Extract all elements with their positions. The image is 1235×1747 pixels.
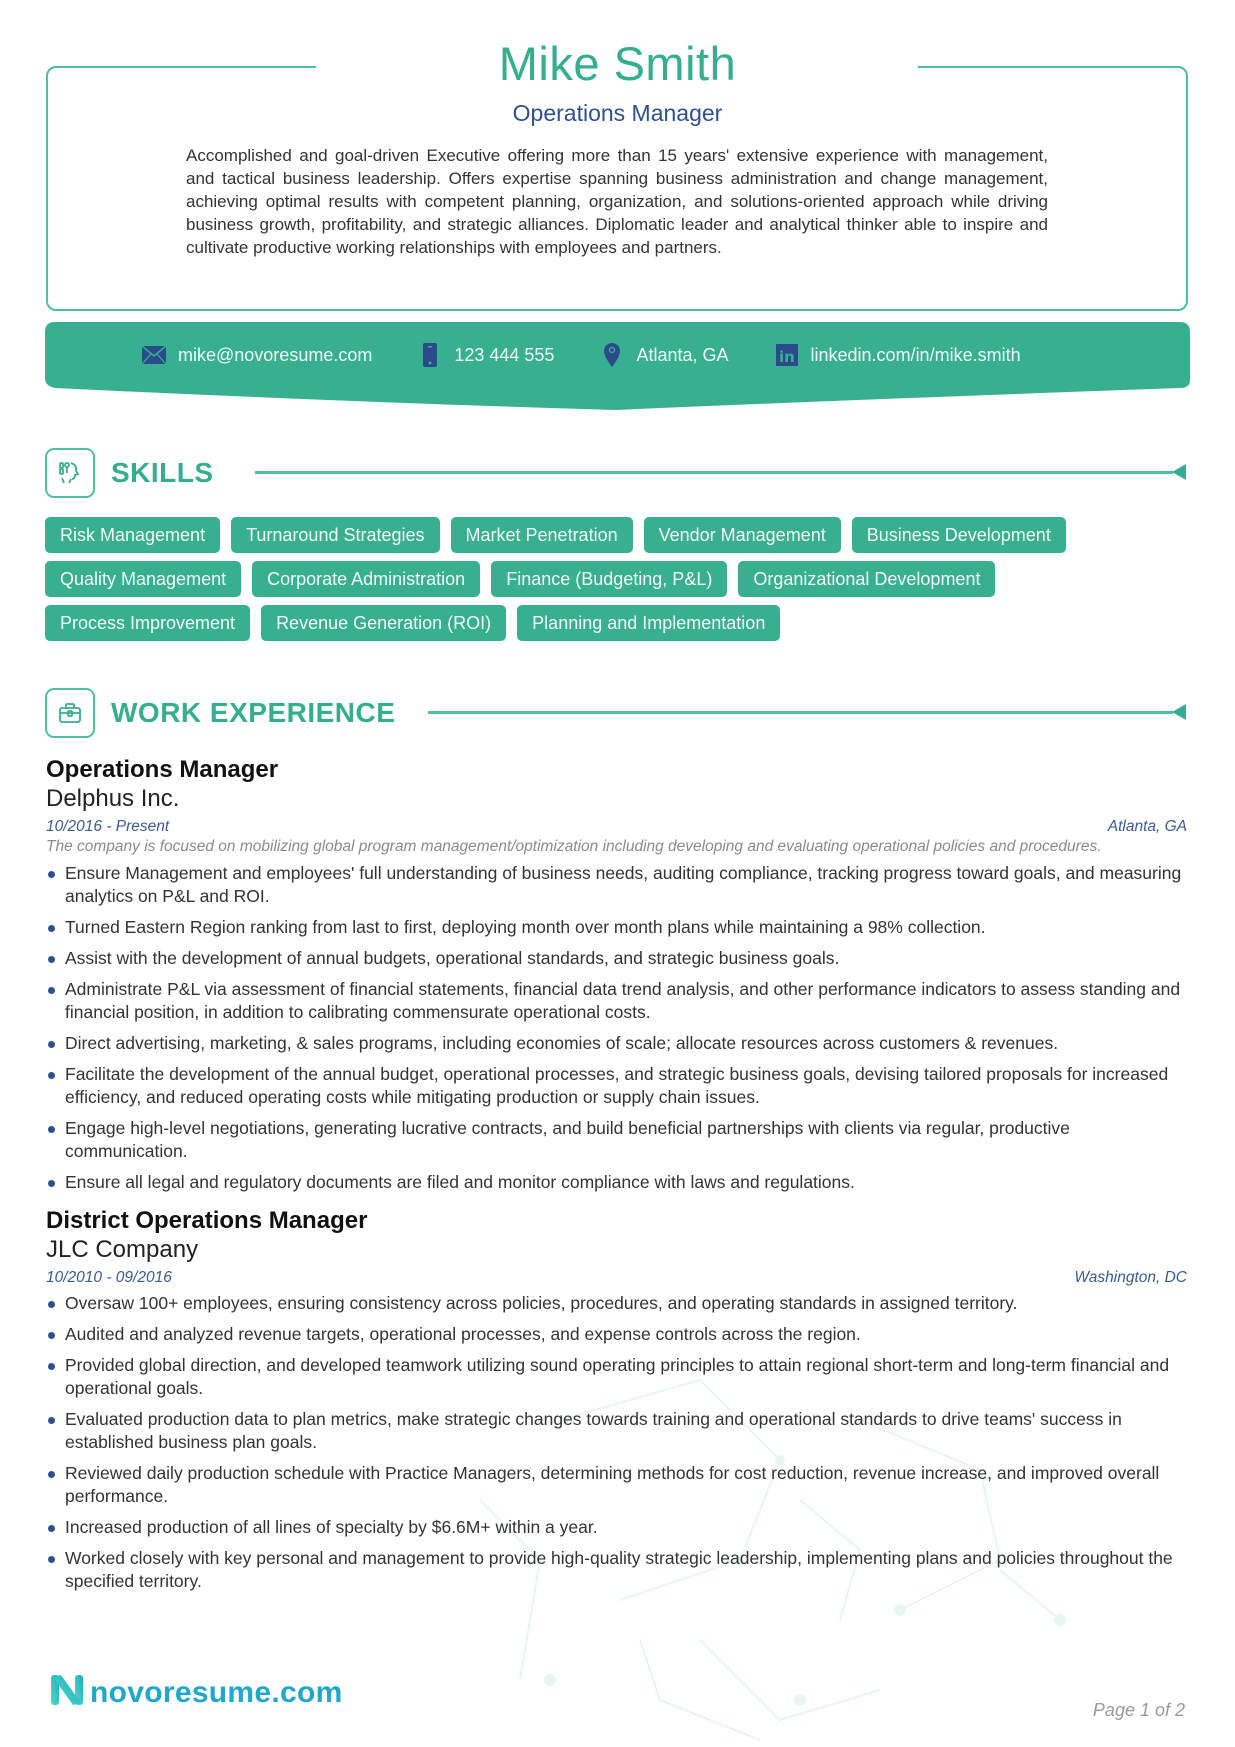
job-meta: 10/2010 - 09/2016 Washington, DC [46, 1268, 1191, 1288]
phone-icon [418, 343, 442, 367]
bullet-item: Evaluated production data to plan metric… [46, 1408, 1191, 1454]
novoresume-n-icon [50, 1673, 84, 1712]
job-dates: 10/2010 - 09/2016 [46, 1269, 172, 1286]
job-location: Washington, DC [1074, 1269, 1187, 1286]
bullet-item: Increased production of all lines of spe… [46, 1516, 1191, 1539]
skill-tag: Organizational Development [738, 561, 996, 597]
bullet-item: Turned Eastern Region ranking from last … [46, 916, 1191, 939]
candidate-title: Operations Manager [512, 100, 723, 126]
job-location: Atlanta, GA [1107, 818, 1187, 835]
bullet-item: Provided global direction, and developed… [46, 1354, 1191, 1400]
job-entry: Operations Manager Delphus Inc. 10/2016 … [46, 755, 1191, 1194]
bullet-item: Reviewed daily production schedule with … [46, 1462, 1191, 1508]
work-divider-line [428, 711, 1173, 714]
email-text: mike@novoresume.com [178, 344, 373, 365]
work-experience-list: Operations Manager Delphus Inc. 10/2016 … [46, 755, 1191, 1605]
skills-section-title: SKILLS [111, 457, 214, 488]
job-role: District Operations Manager [46, 1207, 368, 1234]
bullet-item: Assist with the development of annual bu… [46, 947, 1191, 970]
contact-email[interactable]: mike@novoresume.com [142, 343, 372, 367]
work-section-title: WORK EXPERIENCE [111, 697, 396, 728]
skill-tag: Market Penetration [450, 517, 633, 553]
job-meta: 10/2016 - Present Atlanta, GA [46, 817, 1191, 837]
skills-row: Process Improvement Revenue Generation (… [45, 605, 1195, 641]
bullet-item: Engage high-level negotiations, generati… [46, 1117, 1191, 1163]
skills-head-icon [45, 448, 95, 498]
skills-list: Risk Management Turnaround Strategies Ma… [45, 517, 1195, 649]
job-dates: 10/2016 - Present [46, 818, 170, 835]
summary-paragraph: Accomplished and goal-driven Executive o… [186, 146, 1048, 257]
job-description: The company is focused on mobilizing glo… [46, 838, 1102, 855]
skill-tag: Finance (Budgeting, P&L) [491, 561, 728, 597]
candidate-name: Mike Smith [498, 37, 737, 90]
job-bullets: Ensure Management and employees' full un… [46, 862, 1191, 1194]
skill-tag: Risk Management [45, 517, 221, 553]
bullet-item: Ensure Management and employees' full un… [46, 862, 1191, 908]
contact-phone[interactable]: 123 444 555 [418, 343, 554, 367]
skill-tag: Process Improvement [45, 605, 251, 641]
linkedin-text: linkedin.com/in/mike.smith [810, 344, 1021, 365]
contact-row: mike@novoresume.com 123 444 555 Atlanta,… [142, 341, 1067, 369]
skills-row: Risk Management Turnaround Strategies Ma… [45, 517, 1195, 553]
brand-name: novoresume.com [90, 1675, 343, 1709]
svg-text:in: in [779, 348, 795, 366]
work-divider-end [1172, 704, 1186, 720]
novoresume-logo[interactable]: novoresume.com [50, 1673, 343, 1712]
bullet-item: Direct advertising, marketing, & sales p… [46, 1032, 1191, 1055]
skills-divider-end [1172, 464, 1186, 480]
work-section-header: WORK EXPERIENCE [45, 688, 395, 738]
skills-row: Quality Management Corporate Administrat… [45, 561, 1195, 597]
contact-linkedin[interactable]: in linkedin.com/in/mike.smith [775, 343, 1021, 367]
bullet-item: Audited and analyzed revenue targets, op… [46, 1323, 1191, 1346]
skills-section-header: SKILLS [45, 448, 214, 498]
job-role: Operations Manager [46, 756, 279, 783]
bullet-item: Oversaw 100+ employees, ensuring consist… [46, 1292, 1191, 1315]
location-text: Atlanta, GA [636, 344, 729, 365]
job-company: Delphus Inc. [46, 785, 180, 812]
envelope-icon [142, 343, 166, 367]
page-number: Page 1 of 2 [1092, 1700, 1185, 1720]
linkedin-icon: in [775, 343, 799, 367]
contact-location[interactable]: Atlanta, GA [600, 343, 729, 367]
map-pin-icon [600, 343, 624, 367]
skills-divider-line [255, 471, 1173, 474]
bullet-item: Administrate P&L via assessment of finan… [46, 978, 1191, 1024]
briefcase-icon [45, 688, 95, 738]
skill-tag: Corporate Administration [252, 561, 481, 597]
skill-tag: Turnaround Strategies [231, 517, 440, 553]
bullet-item: Worked closely with key personal and man… [46, 1547, 1191, 1593]
skill-tag: Vendor Management [643, 517, 841, 553]
skill-tag: Business Development [851, 517, 1066, 553]
job-entry: District Operations Manager JLC Company … [46, 1206, 1191, 1593]
skill-tag: Quality Management [45, 561, 242, 597]
skill-tag: Planning and Implementation [517, 605, 781, 641]
job-bullets: Oversaw 100+ employees, ensuring consist… [46, 1292, 1191, 1593]
phone-text: 123 444 555 [454, 344, 555, 365]
skill-tag: Revenue Generation (ROI) [261, 605, 507, 641]
bullet-item: Facilitate the development of the annual… [46, 1063, 1191, 1109]
job-company: JLC Company [46, 1236, 199, 1263]
bullet-item: Ensure all legal and regulatory document… [46, 1171, 1191, 1194]
